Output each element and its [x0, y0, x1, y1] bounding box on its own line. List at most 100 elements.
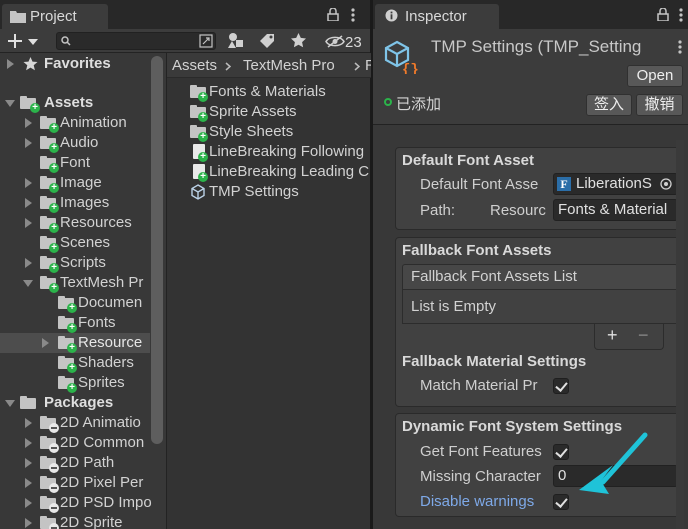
- favorites-label: Favorites: [44, 55, 111, 72]
- hidden-packages-count: 23: [345, 34, 362, 51]
- search-field[interactable]: [56, 32, 216, 50]
- inspector-tab[interactable]: Inspector: [375, 4, 499, 29]
- vcs-added-icon: +: [198, 172, 208, 182]
- package-badge-icon: [49, 503, 59, 513]
- file-item-selected[interactable]: TMP Settings: [167, 182, 371, 202]
- tree-packages[interactable]: Packages: [0, 393, 150, 413]
- create-plus-icon[interactable]: [7, 33, 23, 49]
- vcs-added-icon: +: [49, 243, 59, 253]
- tree-package[interactable]: 2D PSD Impo: [0, 493, 152, 513]
- lock-icon[interactable]: [327, 8, 339, 21]
- tree-folder-label: Sprites: [78, 374, 125, 391]
- tree-scrollbar[interactable]: [151, 56, 163, 444]
- tree-folder-audio[interactable]: + Audio: [0, 133, 150, 153]
- file-item[interactable]: + Fonts & Materials: [167, 82, 371, 102]
- fallback-list-header-label: Fallback Font Assets List: [411, 268, 577, 285]
- default-font-asset-field[interactable]: F LiberationS: [553, 173, 678, 195]
- tree-folder-resources-selected[interactable]: + Resource: [0, 333, 150, 353]
- tree-package-label: 2D Sprite: [60, 514, 123, 529]
- kebab-menu-icon[interactable]: [679, 8, 683, 22]
- checkin-button[interactable]: 签入: [586, 94, 632, 116]
- tree-folder-label: Animation: [60, 114, 127, 131]
- tree-folder-font[interactable]: + Font: [0, 153, 150, 173]
- lock-icon[interactable]: [657, 8, 669, 21]
- project-tab[interactable]: Project: [2, 4, 108, 29]
- remove-element-button[interactable]: −: [638, 325, 649, 346]
- object-picker-icon[interactable]: [660, 178, 672, 190]
- tree-package-label: 2D PSD Impo: [60, 494, 152, 511]
- add-element-button[interactable]: +: [607, 325, 618, 346]
- inspector-scrollbar-track[interactable]: [676, 140, 684, 529]
- breadcrumb-item-textmesh[interactable]: TextMesh Pro: [243, 57, 335, 74]
- kebab-menu-icon[interactable]: [351, 8, 355, 22]
- tree-folder-scripts[interactable]: + Scripts: [0, 253, 150, 273]
- default-font-section: Default Font Asset Default Font Asse F L…: [395, 147, 683, 230]
- tree-folder-shaders[interactable]: + Shaders: [0, 353, 150, 373]
- tree-package[interactable]: 2D Pixel Per: [0, 473, 150, 493]
- chevron-down-icon[interactable]: [28, 39, 38, 45]
- chevron-right-icon: [225, 62, 231, 71]
- disable-warnings-label: Disable warnings: [420, 493, 535, 510]
- fallback-list-body: List is Empty: [402, 290, 678, 324]
- tree-folder-label: Resource: [78, 334, 143, 351]
- hidden-packages-eye-icon[interactable]: [325, 35, 345, 48]
- breadcrumb-item-assets[interactable]: Assets: [172, 57, 217, 74]
- fallback-list-empty: List is Empty: [411, 298, 497, 315]
- component-menu-icon[interactable]: [678, 40, 682, 54]
- match-material-checkbox[interactable]: [553, 378, 569, 394]
- vcs-added-icon: +: [49, 123, 59, 133]
- fallback-section: Fallback Font Assets Fallback Font Asset…: [395, 237, 683, 407]
- vcs-added-icon: +: [67, 343, 77, 353]
- tree-folder-label: Scenes: [60, 234, 111, 251]
- vcs-added-icon: +: [67, 383, 77, 393]
- path-field[interactable]: Fonts & Material: [553, 199, 678, 221]
- search-by-type-icon[interactable]: [199, 34, 213, 48]
- tree-folder-textmesh-pro[interactable]: + TextMesh Pr: [0, 273, 150, 293]
- filter-by-type-icon[interactable]: [227, 32, 244, 49]
- tree-folder-animation[interactable]: + Animation: [0, 113, 150, 133]
- favorite-star-icon[interactable]: [290, 32, 307, 48]
- tree-folder-scenes[interactable]: + Scenes: [0, 233, 150, 253]
- tree-package-label: 2D Pixel Per: [60, 474, 144, 491]
- open-button[interactable]: Open: [627, 65, 683, 87]
- tree-folder-image[interactable]: + Image: [0, 173, 150, 193]
- tree-folder-fonts[interactable]: + Fonts: [0, 313, 150, 333]
- vcs-added-icon: +: [49, 283, 59, 293]
- breadcrumb-item-resources[interactable]: R: [365, 57, 371, 74]
- tree-package[interactable]: 2D Sprite: [0, 513, 150, 529]
- get-font-features-checkbox[interactable]: [553, 444, 569, 460]
- search-input[interactable]: [73, 33, 193, 49]
- file-item[interactable]: + LineBreaking Following: [167, 142, 371, 162]
- revert-button[interactable]: 撤销: [636, 94, 683, 116]
- vcs-added-icon: +: [30, 103, 40, 113]
- tree-assets[interactable]: + Assets: [0, 93, 150, 113]
- section-title: Fallback Material Settings: [402, 353, 587, 370]
- tree-folder-images[interactable]: + Images: [0, 193, 150, 213]
- tree-favorites[interactable]: Favorites: [0, 54, 150, 74]
- file-label: LineBreaking Leading C: [209, 163, 370, 180]
- tree-folder-sprites[interactable]: + Sprites: [0, 373, 150, 393]
- file-item[interactable]: + Sprite Assets: [167, 102, 371, 122]
- tree-package[interactable]: 2D Common: [0, 433, 150, 453]
- vcs-added-icon: +: [198, 92, 208, 102]
- tree-package[interactable]: 2D Animatio: [0, 413, 150, 433]
- tree-folder-resources[interactable]: + Resources: [0, 213, 150, 233]
- inspector-tab-label: Inspector: [405, 8, 467, 25]
- svg-text:{}: {}: [402, 62, 418, 74]
- file-item[interactable]: + Style Sheets: [167, 122, 371, 142]
- chevron-right-icon: [354, 62, 360, 71]
- path-sublabel: Resourc: [490, 202, 546, 219]
- default-font-asset-value: LiberationS: [576, 175, 652, 192]
- package-badge-icon: [49, 483, 59, 493]
- tree-package[interactable]: 2D Path: [0, 453, 150, 473]
- info-icon: [385, 9, 398, 22]
- file-item[interactable]: + LineBreaking Leading C: [167, 162, 371, 182]
- disable-warnings-checkbox[interactable]: [553, 494, 569, 510]
- tree-folder-label: Resources: [60, 214, 132, 231]
- path-label: Path:: [420, 202, 456, 219]
- tree-folder-documentation[interactable]: + Documen: [0, 293, 150, 313]
- package-badge-icon: [49, 423, 59, 433]
- label-tag-icon[interactable]: [259, 33, 275, 48]
- tree-folder-label: Scripts: [60, 254, 106, 271]
- package-badge-icon: [49, 523, 59, 529]
